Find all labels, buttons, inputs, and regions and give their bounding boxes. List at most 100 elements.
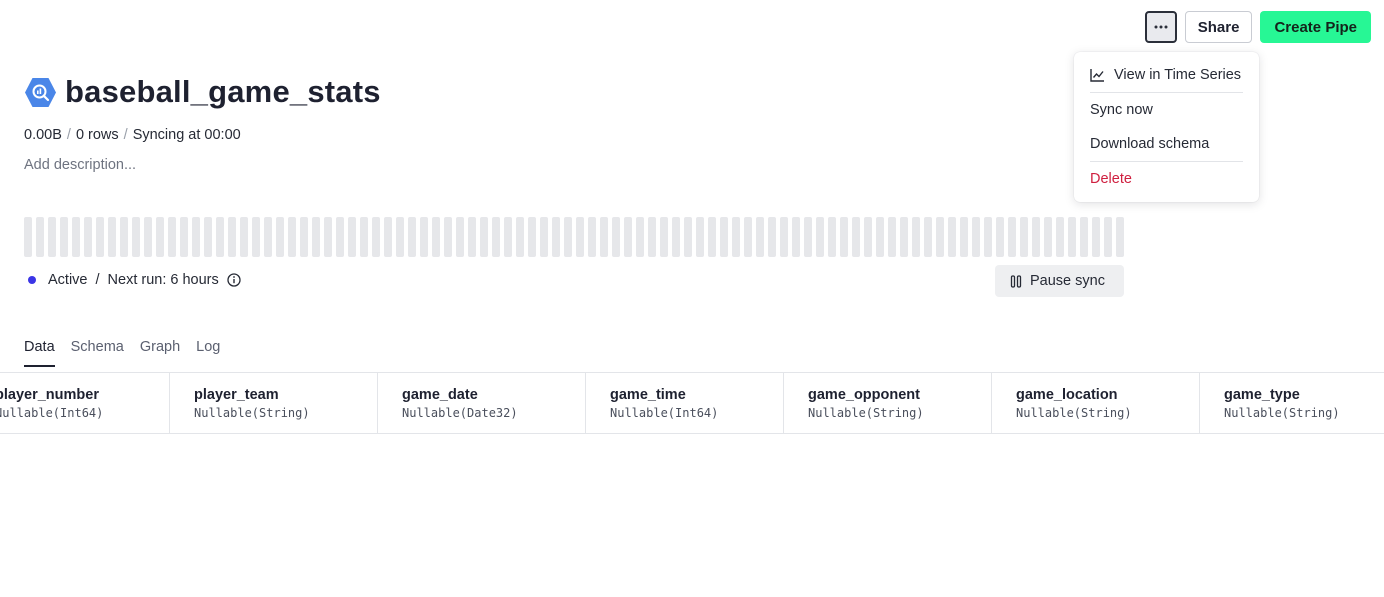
sync-history-bar[interactable] [876, 217, 884, 257]
sync-history-bar[interactable] [780, 217, 788, 257]
share-button[interactable]: Share [1184, 11, 1253, 43]
sync-history-bar[interactable] [768, 217, 776, 257]
create-pipe-button[interactable]: Create Pipe [1260, 11, 1371, 43]
info-icon[interactable] [227, 273, 241, 287]
column-header[interactable]: player_number Nullable(Int64) [0, 373, 170, 433]
sync-history-bar[interactable] [156, 217, 164, 257]
menu-item-sync-now[interactable]: Sync now [1074, 93, 1259, 127]
sync-history-bar[interactable] [624, 217, 632, 257]
sync-history-bar[interactable] [1044, 217, 1052, 257]
sync-history-bar[interactable] [168, 217, 176, 257]
sync-history-bar[interactable] [984, 217, 992, 257]
sync-history-bar[interactable] [540, 217, 548, 257]
sync-history-bar[interactable] [660, 217, 668, 257]
menu-item-delete[interactable]: Delete [1074, 162, 1259, 196]
sync-history-bar[interactable] [576, 217, 584, 257]
sync-history-bar[interactable] [84, 217, 92, 257]
sync-history-bar[interactable] [612, 217, 620, 257]
sync-history-bar[interactable] [828, 217, 836, 257]
sync-history-bar[interactable] [948, 217, 956, 257]
sync-history-bar[interactable] [60, 217, 68, 257]
sync-history-bar[interactable] [1092, 217, 1100, 257]
sync-history-bar[interactable] [132, 217, 140, 257]
sync-history-bar[interactable] [900, 217, 908, 257]
sync-history-bar[interactable] [960, 217, 968, 257]
sync-history-bar[interactable] [384, 217, 392, 257]
sync-history-bar[interactable] [564, 217, 572, 257]
sync-history-bar[interactable] [636, 217, 644, 257]
column-header[interactable]: game_date Nullable(Date32) [378, 373, 586, 433]
tab-graph[interactable]: Graph [140, 337, 180, 367]
sync-history-bar[interactable] [192, 217, 200, 257]
sync-history-bar[interactable] [1032, 217, 1040, 257]
sync-history-bar[interactable] [456, 217, 464, 257]
sync-history-bar[interactable] [1080, 217, 1088, 257]
sync-history-bar[interactable] [888, 217, 896, 257]
sync-history-bar[interactable] [120, 217, 128, 257]
sync-history-bar[interactable] [1068, 217, 1076, 257]
sync-history-bar[interactable] [444, 217, 452, 257]
sync-history-bar[interactable] [732, 217, 740, 257]
sync-history-bar[interactable] [1056, 217, 1064, 257]
sync-history-bar[interactable] [588, 217, 596, 257]
sync-history-bar[interactable] [312, 217, 320, 257]
sync-history-bar[interactable] [48, 217, 56, 257]
sync-history-bar[interactable] [1020, 217, 1028, 257]
sync-history-bar[interactable] [348, 217, 356, 257]
sync-history-bar[interactable] [324, 217, 332, 257]
tab-data[interactable]: Data [24, 337, 55, 367]
sync-history-bar[interactable] [264, 217, 272, 257]
sync-history-bar[interactable] [480, 217, 488, 257]
sync-history-bar[interactable] [516, 217, 524, 257]
sync-history-bar[interactable] [276, 217, 284, 257]
sync-history-bar[interactable] [912, 217, 920, 257]
sync-history-bar[interactable] [936, 217, 944, 257]
sync-history-bar[interactable] [972, 217, 980, 257]
sync-history-bar[interactable] [696, 217, 704, 257]
sync-history-bar[interactable] [432, 217, 440, 257]
sync-history-bar[interactable] [336, 217, 344, 257]
more-options-button[interactable] [1144, 11, 1177, 43]
sync-history-bar[interactable] [504, 217, 512, 257]
sync-history-bar[interactable] [36, 217, 44, 257]
sync-history-bar[interactable] [288, 217, 296, 257]
sync-history-bar[interactable] [720, 217, 728, 257]
description-field[interactable]: Add description... [24, 157, 136, 173]
sync-history-bar[interactable] [1116, 217, 1124, 257]
sync-history-bar[interactable] [708, 217, 716, 257]
sync-history-bar[interactable] [552, 217, 560, 257]
tab-schema[interactable]: Schema [71, 337, 124, 367]
column-header[interactable]: player_team Nullable(String) [170, 373, 378, 433]
sync-history-bar[interactable] [108, 217, 116, 257]
column-header[interactable]: game_time Nullable(Int64) [586, 373, 784, 433]
sync-history-bar[interactable] [216, 217, 224, 257]
sync-history-bar[interactable] [528, 217, 536, 257]
sync-history-bar[interactable] [72, 217, 80, 257]
sync-history-bar[interactable] [792, 217, 800, 257]
sync-history-bar[interactable] [864, 217, 872, 257]
pause-sync-button[interactable]: Pause sync [995, 265, 1124, 297]
column-header[interactable]: game_type Nullable(String) [1200, 373, 1384, 433]
sync-history-bar[interactable] [804, 217, 812, 257]
sync-history-bar[interactable] [648, 217, 656, 257]
sync-history-bar[interactable] [756, 217, 764, 257]
sync-history-bar[interactable] [468, 217, 476, 257]
column-header[interactable]: game_opponent Nullable(String) [784, 373, 992, 433]
sync-history-bar[interactable] [672, 217, 680, 257]
sync-history-bar[interactable] [816, 217, 824, 257]
sync-history-bar[interactable] [1008, 217, 1016, 257]
sync-history-bar[interactable] [684, 217, 692, 257]
sync-history-bar[interactable] [924, 217, 932, 257]
sync-history-bar[interactable] [144, 217, 152, 257]
sync-history-bar[interactable] [852, 217, 860, 257]
sync-history-bar[interactable] [408, 217, 416, 257]
sync-history-bar[interactable] [996, 217, 1004, 257]
sync-history-bar[interactable] [180, 217, 188, 257]
sync-history-bar[interactable] [252, 217, 260, 257]
sync-history-bar[interactable] [420, 217, 428, 257]
sync-history-bar[interactable] [600, 217, 608, 257]
sync-history-bar[interactable] [228, 217, 236, 257]
sync-history-bar[interactable] [96, 217, 104, 257]
menu-item-view-time-series[interactable]: View in Time Series [1074, 58, 1259, 92]
tab-log[interactable]: Log [196, 337, 220, 367]
